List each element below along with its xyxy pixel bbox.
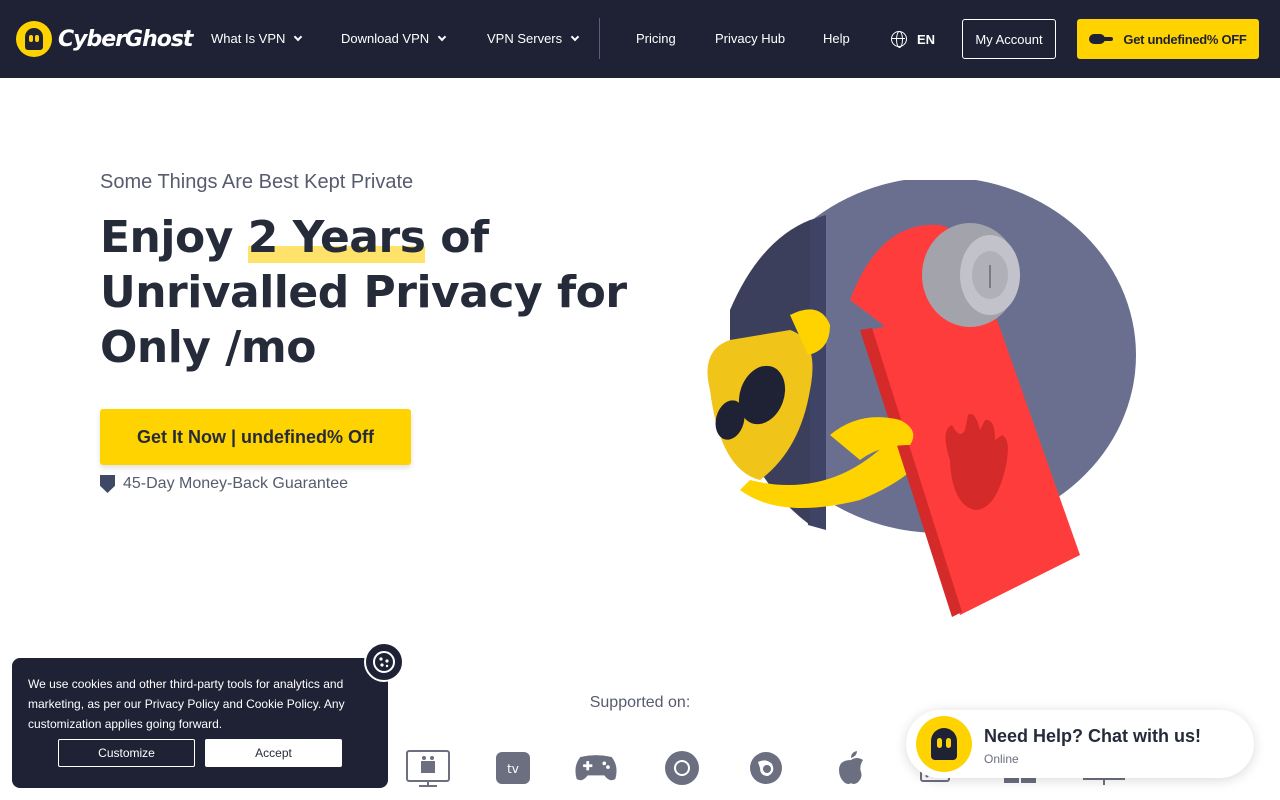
chevron-down-icon — [294, 32, 303, 42]
chat-status: Online — [984, 752, 1019, 766]
android-tv-icon[interactable] — [405, 748, 451, 788]
game-console-icon[interactable] — [573, 748, 619, 788]
money-back-guarantee: 45-Day Money-Back Guarantee — [100, 475, 348, 493]
cookie-icon[interactable] — [364, 642, 404, 682]
deal-label: Get undefined% OFF — [1123, 31, 1247, 47]
chevron-down-icon — [570, 32, 580, 42]
customize-button[interactable]: Customize — [58, 739, 195, 767]
nav-download-vpn[interactable]: Download VPN — [341, 31, 447, 46]
guarantee-text: 45-Day Money-Back Guarantee — [123, 475, 348, 492]
my-account-button[interactable]: My Account — [962, 19, 1056, 59]
ghost-logo-icon — [16, 21, 52, 57]
title-highlight: 2 Years — [247, 212, 426, 263]
svg-text:tv: tv — [507, 762, 519, 776]
nav-label: Privacy Hub — [715, 31, 786, 46]
nav-vpn-servers[interactable]: VPN Servers — [487, 31, 580, 46]
language-label: EN — [917, 31, 936, 47]
cookie-text: We use cookies and other third-party too… — [28, 677, 345, 731]
firefox-icon[interactable] — [743, 748, 789, 788]
nav-privacy-hub[interactable]: Privacy Hub — [715, 31, 785, 46]
hero-kicker: Some Things Are Best Kept Private — [100, 171, 414, 193]
cyberghost-logo[interactable]: CyberGhost — [16, 21, 193, 57]
apple-icon[interactable] — [828, 748, 874, 788]
site-header: CyberGhost What Is VPN Download VPN VPN … — [0, 0, 1280, 78]
chrome-icon[interactable] — [659, 748, 705, 788]
get-deal-button[interactable]: Get undefined% OFF — [1077, 19, 1259, 59]
chat-widget[interactable]: Need Help? Chat with us! Online — [906, 710, 1254, 778]
nav-divider — [599, 18, 600, 59]
logo-text: CyberGhost — [58, 26, 193, 52]
nav-label: What Is VPN — [211, 31, 286, 46]
ghost-avatar-icon — [916, 716, 972, 772]
accept-button[interactable]: Accept — [205, 739, 342, 767]
nav-label: Pricing — [636, 31, 676, 46]
ghost-door-illustration — [707, 180, 1136, 617]
language-selector[interactable]: EN — [891, 31, 936, 48]
globe-icon — [891, 31, 907, 48]
nav-pricing[interactable]: Pricing — [636, 31, 676, 46]
nav-label: VPN Servers — [487, 31, 563, 46]
get-it-now-button[interactable]: Get It Now | undefined% Off — [100, 409, 411, 465]
chat-title: Need Help? Chat with us! — [984, 726, 1202, 746]
chevron-down-icon — [437, 32, 447, 42]
nav-label: Download VPN — [341, 31, 430, 46]
nav-what-is-vpn[interactable]: What Is VPN — [211, 31, 303, 46]
shield-check-icon — [100, 475, 115, 493]
hero-title: Enjoy 2 Years of Unrivalled Privacy for … — [100, 210, 640, 375]
nav-label: Help — [823, 31, 850, 46]
apple-tv-icon[interactable]: tv — [490, 748, 536, 788]
cookie-banner: We use cookies and other third-party too… — [12, 658, 388, 788]
pointing-hand-icon — [1089, 32, 1114, 46]
title-part: Enjoy — [100, 212, 248, 263]
nav-help[interactable]: Help — [823, 31, 850, 46]
